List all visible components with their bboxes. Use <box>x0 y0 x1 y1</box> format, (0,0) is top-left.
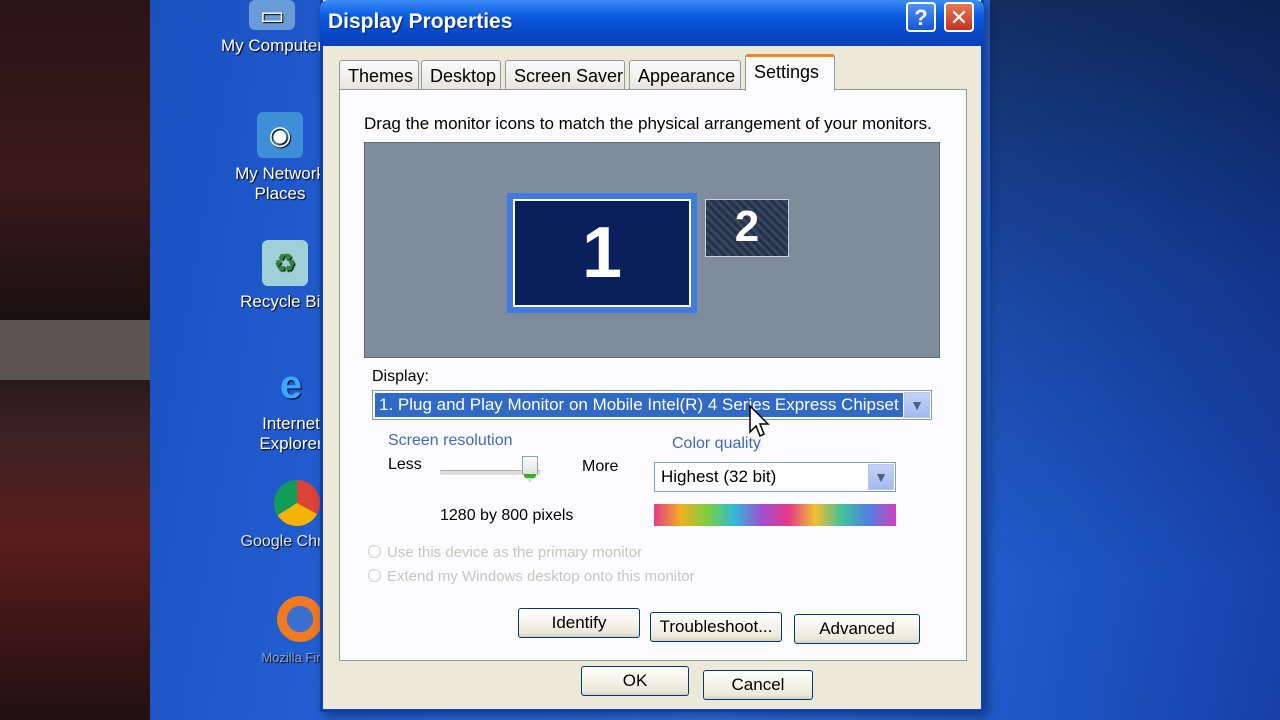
recycle-bin-icon: ♻ <box>262 240 308 286</box>
checkbox-icon <box>368 569 381 582</box>
close-button[interactable]: ✕ <box>944 2 974 32</box>
firefox-icon <box>277 596 323 642</box>
tab-themes[interactable]: Themes <box>339 60 419 90</box>
identify-button[interactable]: Identify <box>518 608 640 638</box>
extend-desktop-option: Extend my Windows desktop onto this moni… <box>368 568 695 585</box>
help-button[interactable]: ? <box>906 2 936 32</box>
tab-appearance[interactable]: Appearance <box>629 60 741 90</box>
ok-button[interactable]: OK <box>581 666 689 696</box>
color-quality-value: Highest (32 bit) <box>661 467 777 486</box>
color-quality-dropdown[interactable]: Highest (32 bit) ▼ <box>654 462 896 492</box>
mouse-cursor-icon <box>749 404 770 438</box>
tab-desktop[interactable]: Desktop <box>421 60 501 90</box>
slider-more-label: More <box>582 458 619 475</box>
background-object <box>0 320 160 380</box>
my-computer-icon: ▭ <box>249 0 295 30</box>
slider-less-label: Less <box>388 456 422 473</box>
desktop-icon-my-computer[interactable]: ▭ My Computer <box>212 0 332 56</box>
resolution-slider-thumb[interactable] <box>522 456 538 482</box>
monitor-arrangement-area[interactable]: 1 2 <box>364 142 940 358</box>
desktop-shadow <box>990 0 1280 720</box>
troubleshoot-button[interactable]: Troubleshoot... <box>650 612 782 642</box>
chrome-icon <box>274 480 320 526</box>
display-selected-value: 1. Plug and Play Monitor on Mobile Intel… <box>375 393 903 417</box>
option-label: Extend my Windows desktop onto this moni… <box>387 568 695 585</box>
primary-monitor-option: Use this device as the primary monitor <box>368 544 642 561</box>
checkbox-icon <box>368 545 381 558</box>
display-label: Display: <box>372 368 429 385</box>
chevron-down-icon[interactable]: ▼ <box>868 464 894 490</box>
chevron-down-icon[interactable]: ▼ <box>904 392 930 418</box>
tab-settings[interactable]: Settings <box>745 54 835 91</box>
network-places-icon: ◉ <box>257 112 303 158</box>
monitor-2[interactable]: 2 <box>705 199 789 257</box>
title-bar[interactable]: Display Properties ? ✕ <box>320 0 984 46</box>
monitor-instruction: Drag the monitor icons to match the phys… <box>364 114 932 133</box>
settings-panel: Drag the monitor icons to match the phys… <box>339 89 967 661</box>
display-dropdown[interactable]: 1. Plug and Play Monitor on Mobile Intel… <box>372 390 932 420</box>
advanced-button[interactable]: Advanced <box>794 614 920 644</box>
window-title: Display Properties <box>328 10 513 33</box>
internet-explorer-icon: e <box>279 363 303 407</box>
monitor-1[interactable]: 1 <box>513 199 691 307</box>
display-properties-dialog: Display Properties ? ✕ Themes Desktop Sc… <box>320 0 984 712</box>
cancel-button[interactable]: Cancel <box>703 670 813 700</box>
tab-screen-saver[interactable]: Screen Saver <box>505 60 625 90</box>
color-quality-preview <box>654 504 896 526</box>
option-label: Use this device as the primary monitor <box>387 544 643 561</box>
desktop-icon-label: My Computer <box>220 36 324 55</box>
resolution-value: 1280 by 800 pixels <box>440 507 574 524</box>
screen-resolution-label: Screen resolution <box>388 432 513 449</box>
